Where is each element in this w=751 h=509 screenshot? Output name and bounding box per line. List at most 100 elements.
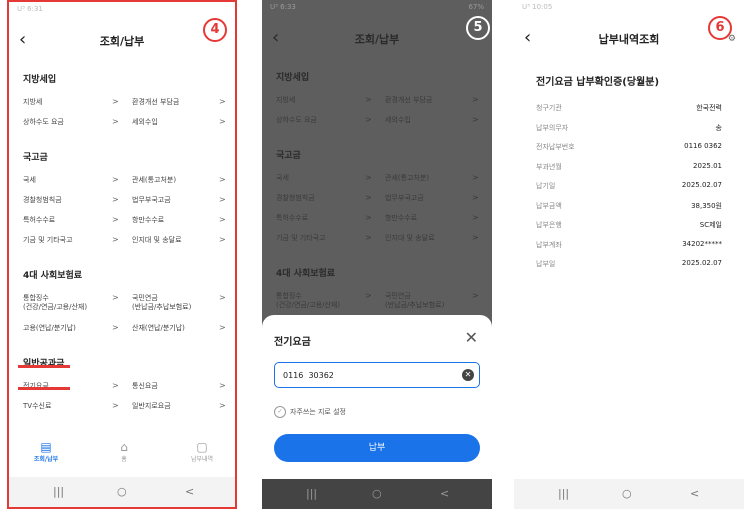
header: ‹ 조회/납부 [9, 30, 235, 56]
page-title: 납부내역조회 [598, 33, 660, 46]
recents-button[interactable]: ||| [306, 487, 317, 500]
nav-label: 홈 [121, 456, 127, 463]
chevron-right-icon: > [472, 95, 479, 104]
status-time: U³ 6:33 [270, 3, 296, 11]
menu-item[interactable]: 통합징수 (건강/연금/고용/산재) [23, 294, 87, 312]
menu-item[interactable]: 기금 및 기타국고 [23, 236, 73, 245]
menu-item[interactable]: 상하수도 요금 [23, 118, 64, 127]
menu-item[interactable]: 법무부국고금 [385, 194, 424, 203]
detail-label: 납부일 [536, 260, 556, 268]
menu-item[interactable]: 관세(통고처분) [132, 176, 176, 185]
chevron-right-icon: > [365, 95, 372, 104]
chevron-right-icon: > [219, 97, 226, 106]
chevron-right-icon: > [365, 233, 372, 242]
menu-item[interactable]: 인지대 및 송달료 [385, 234, 435, 243]
status-time: U³ 10:05 [522, 3, 553, 11]
chevron-right-icon: > [472, 193, 479, 202]
section-title: 국고금 [23, 153, 48, 163]
detail-label: 납부은행 [536, 221, 562, 229]
menu-item[interactable]: 경찰청범칙금 [276, 194, 315, 203]
home-button[interactable]: ○ [372, 487, 382, 500]
menu-item[interactable]: 환경개선 부담금 [385, 96, 432, 105]
chevron-right-icon: > [112, 97, 119, 106]
chevron-right-icon: > [112, 323, 119, 332]
detail-label: 부과년월 [536, 162, 562, 171]
menu-item[interactable]: 일반지로요금 [132, 402, 171, 411]
menu-item[interactable]: 국세 [23, 176, 36, 185]
menu-item[interactable]: 지방세 [23, 98, 42, 107]
back-nav-button[interactable]: < [690, 487, 699, 500]
nav-tab-inquiry[interactable]: ▤ 조회/납부 [21, 440, 71, 463]
menu-item[interactable]: 법무부국고금 [132, 196, 171, 205]
menu-item[interactable]: 국세 [276, 174, 289, 183]
section-title: 지방세입 [23, 75, 57, 85]
menu-item[interactable]: 세외수입 [385, 116, 411, 125]
menu-item[interactable]: TV수신료 [23, 402, 51, 411]
nav-label: 조회/납부 [33, 456, 59, 463]
phone-screen-payment-menu: U³ 6:31 4 ‹ 조회/납부 지방세입 지방세 > 환경개선 부담금 > 상하수도 … [7, 0, 237, 509]
nav-tab-history[interactable]: ▢ 납부내역 [177, 440, 227, 463]
clear-input-icon[interactable]: ✕ [462, 369, 474, 381]
home-icon: ⌂ [120, 440, 128, 454]
chevron-right-icon: > [219, 215, 226, 224]
chevron-right-icon: > [472, 173, 479, 182]
chevron-right-icon: > [365, 213, 372, 222]
menu-item[interactable]: 특허수수료 [23, 216, 55, 225]
system-nav-bar: ||| ○ < [262, 479, 492, 509]
status-bar: U³ 10:05 [514, 0, 744, 14]
chevron-right-icon: > [219, 323, 226, 332]
home-button[interactable]: ○ [117, 485, 127, 498]
detail-label: 청구기관 [536, 104, 562, 112]
menu-item[interactable]: 특허수수료 [276, 214, 308, 223]
menu-item[interactable]: 산재(연납/분기납) [132, 324, 185, 333]
recents-button[interactable]: ||| [558, 487, 569, 500]
back-nav-button[interactable]: < [185, 485, 194, 498]
nav-tab-home[interactable]: ⌂ 홈 [99, 440, 149, 463]
chevron-right-icon: > [472, 115, 479, 124]
bottom-nav: ▤ 조회/납부 ⌂ 홈 ▢ 납부내역 [9, 440, 235, 470]
detail-value: 38,350원 [691, 201, 722, 210]
menu-item[interactable]: 국민연금 (반납금/추납보험료) [132, 294, 191, 312]
menu-item[interactable]: 세외수입 [132, 118, 158, 127]
pay-button[interactable]: 납부 [274, 434, 480, 462]
chevron-right-icon: > [365, 193, 372, 202]
phone-screen-payment-receipt: U³ 10:05 6 ⚙ ‹ 납부내역조회 전기요금 납부확인증(당월분) 청구… [514, 0, 744, 509]
detail-value: 2025.01 [693, 161, 722, 170]
back-nav-button[interactable]: < [440, 487, 449, 500]
close-icon[interactable]: ✕ [465, 328, 478, 347]
home-button[interactable]: ○ [622, 487, 632, 500]
favorite-giro-toggle[interactable]: ✓ 자주쓰는 지로 설정 [274, 406, 346, 418]
menu-item[interactable]: 통신요금 [132, 382, 158, 391]
chevron-right-icon: > [112, 381, 119, 390]
menu-item[interactable]: 항만수수료 [385, 214, 417, 223]
chevron-right-icon: > [112, 195, 119, 204]
chevron-right-icon: > [365, 291, 372, 300]
menu-item[interactable]: 상하수도 요금 [276, 116, 317, 125]
detail-label: 납부금액 [536, 201, 562, 210]
nav-label: 납부내역 [190, 456, 214, 463]
giro-number-input[interactable] [274, 362, 480, 388]
menu-item[interactable]: 항만수수료 [132, 216, 164, 225]
page-title: 조회/납부 [99, 35, 145, 48]
phone-screen-electric-sheet: U³ 6:33 67% 5 ‹ 조회/납부 지방세입 지방세 > 환경개선 부담금 > 상하… [262, 0, 492, 509]
highlight-underline [18, 365, 70, 368]
menu-item[interactable]: 환경개선 부담금 [132, 98, 179, 107]
menu-item[interactable]: 인지대 및 송달료 [132, 236, 182, 245]
chevron-right-icon: > [112, 175, 119, 184]
detail-value: 34202***** [682, 239, 722, 248]
menu-item[interactable]: 통합징수 (건강/연금/고용/산재) [276, 292, 340, 310]
section-title: 4대 사회보험료 [23, 271, 83, 281]
detail-label: 납부계좌 [536, 240, 562, 249]
chevron-right-icon: > [219, 235, 226, 244]
menu-item[interactable]: 국민연금 (반납금/추납보험료) [385, 292, 444, 310]
chevron-right-icon: > [219, 401, 226, 410]
menu-item[interactable]: 관세(통고처분) [385, 174, 429, 183]
menu-item[interactable]: 지방세 [276, 96, 295, 105]
menu-item[interactable]: 경찰청범칙금 [23, 196, 62, 205]
menu-item[interactable]: 고용(연납/분기납) [23, 324, 76, 333]
section-title: 지방세입 [276, 73, 310, 83]
menu-item[interactable]: 기금 및 기타국고 [276, 234, 326, 243]
chevron-right-icon: > [112, 293, 119, 302]
recents-button[interactable]: ||| [53, 485, 64, 498]
receipt-icon: ▤ [40, 440, 52, 454]
